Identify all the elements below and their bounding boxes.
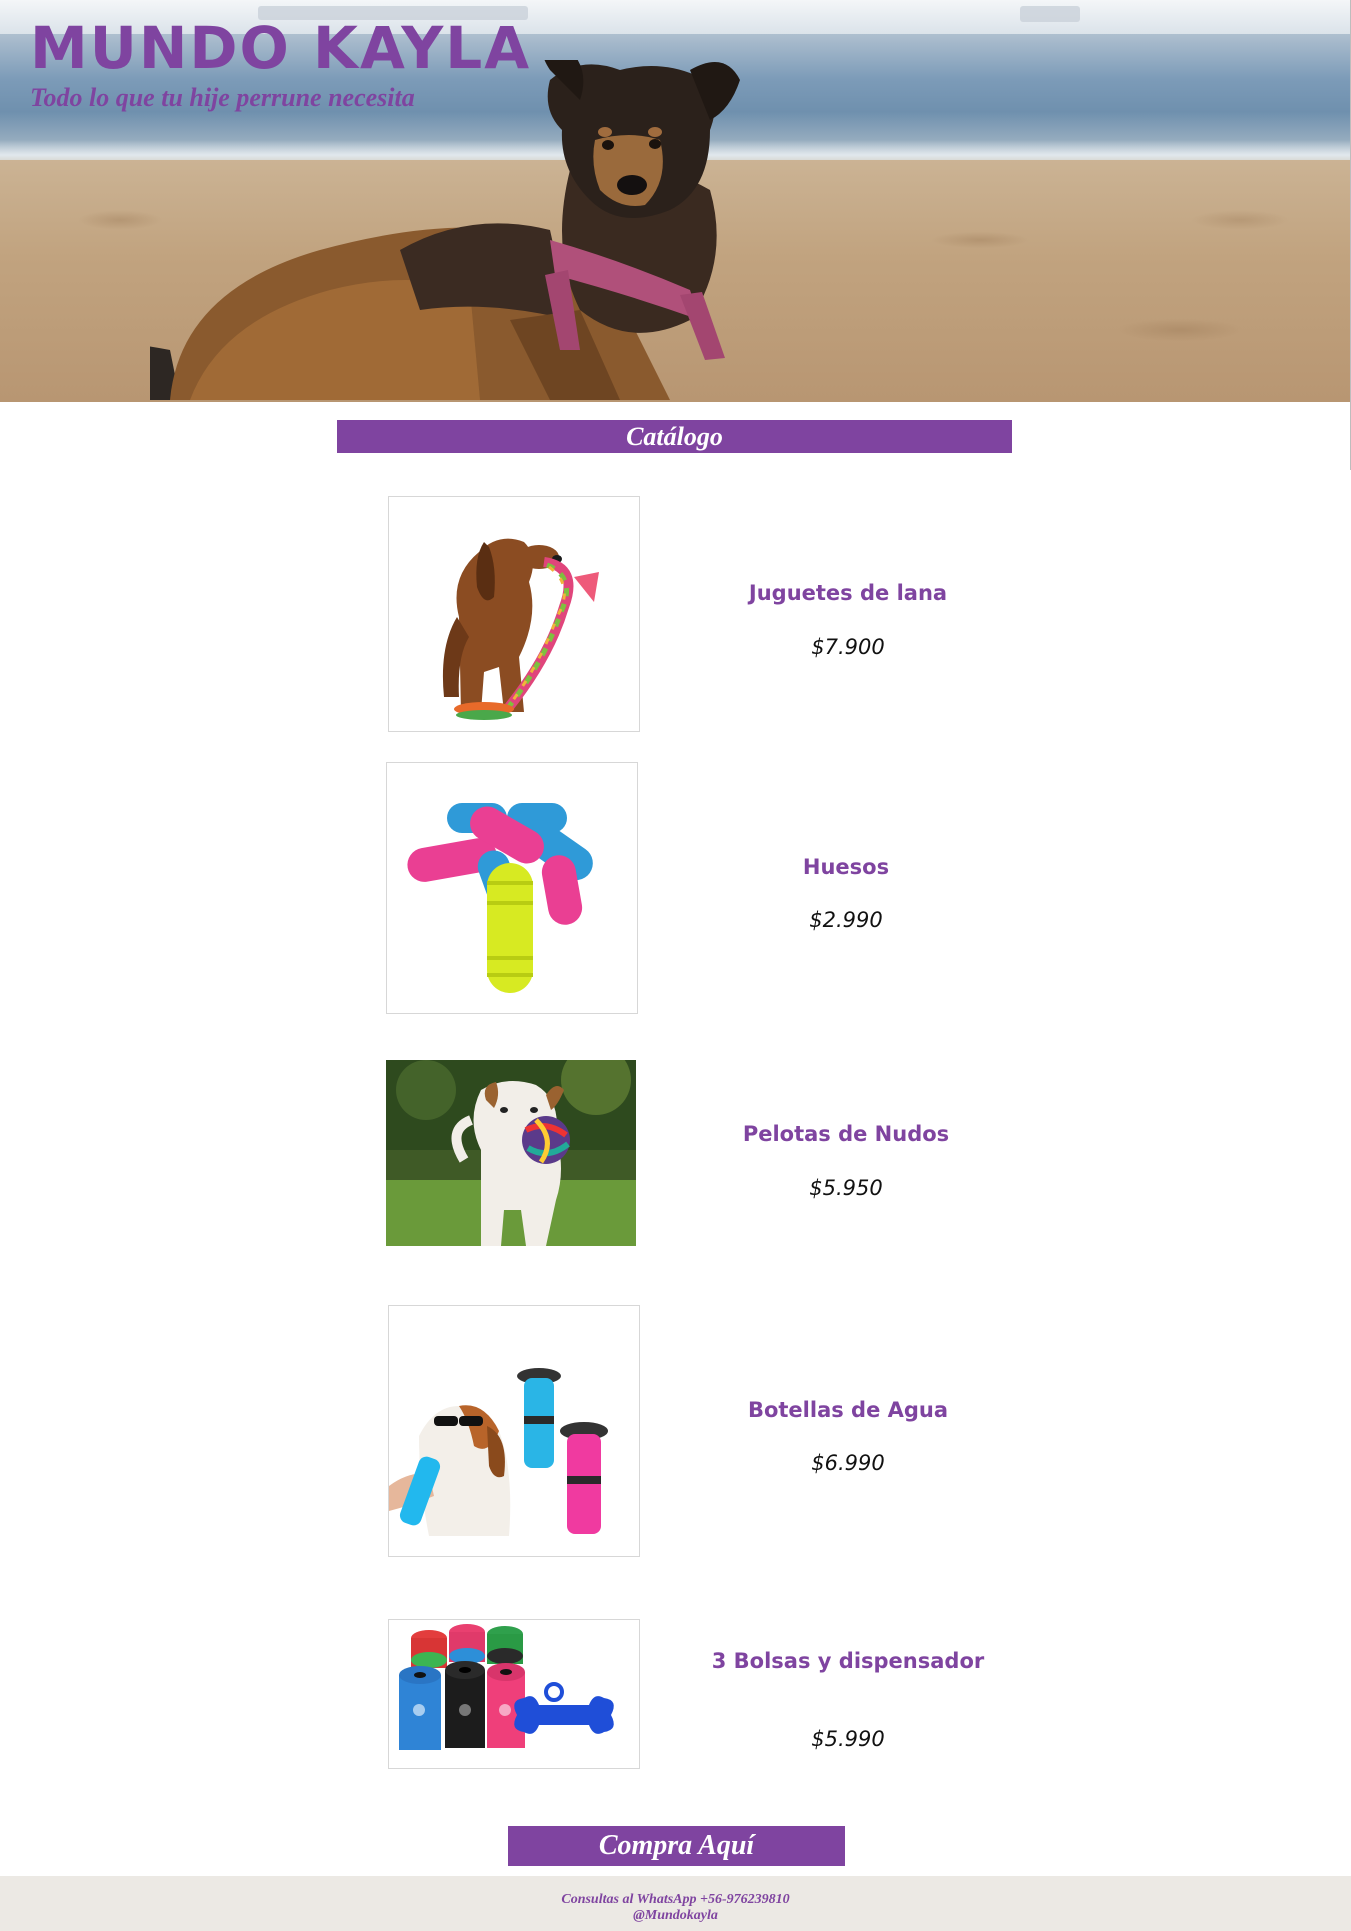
instagram-handle[interactable]: @Mundokayla <box>0 1908 1351 1924</box>
product-image-water-bottles <box>388 1305 640 1557</box>
product-name: Huesos <box>802 855 890 879</box>
site-title: MUNDO KAYLA <box>30 14 532 82</box>
catalog-heading: Catálogo <box>337 420 1012 453</box>
product-image-knot-balls <box>386 1060 636 1246</box>
whatsapp-contact[interactable]: Consultas al WhatsApp +56-976239810 <box>0 1876 1351 1908</box>
product-name: Pelotas de Nudos <box>742 1122 950 1146</box>
product-image-wool-toy <box>388 496 640 732</box>
product-price: $2.990 <box>809 908 883 932</box>
product-price: $7.900 <box>811 635 885 659</box>
distant-ship <box>1020 6 1080 22</box>
hero-banner: MUNDO KAYLA Todo lo que tu hije perrune … <box>0 0 1350 402</box>
product-price: $6.990 <box>811 1451 885 1475</box>
product-image-bags-dispenser <box>388 1619 640 1769</box>
product-price: $5.950 <box>809 1176 883 1200</box>
product-name: Botellas de Agua <box>747 1398 949 1422</box>
product-image-bones <box>386 762 638 1014</box>
footer: Consultas al WhatsApp +56-976239810 @Mun… <box>0 1876 1351 1931</box>
product-name: Juguetes de lana <box>748 581 948 605</box>
buy-here-button[interactable]: Compra Aquí <box>508 1826 845 1866</box>
product-price: $5.990 <box>811 1727 885 1751</box>
product-name: 3 Bolsas y dispensador <box>711 1649 985 1673</box>
site-tagline: Todo lo que tu hije perrune necesita <box>30 83 415 112</box>
